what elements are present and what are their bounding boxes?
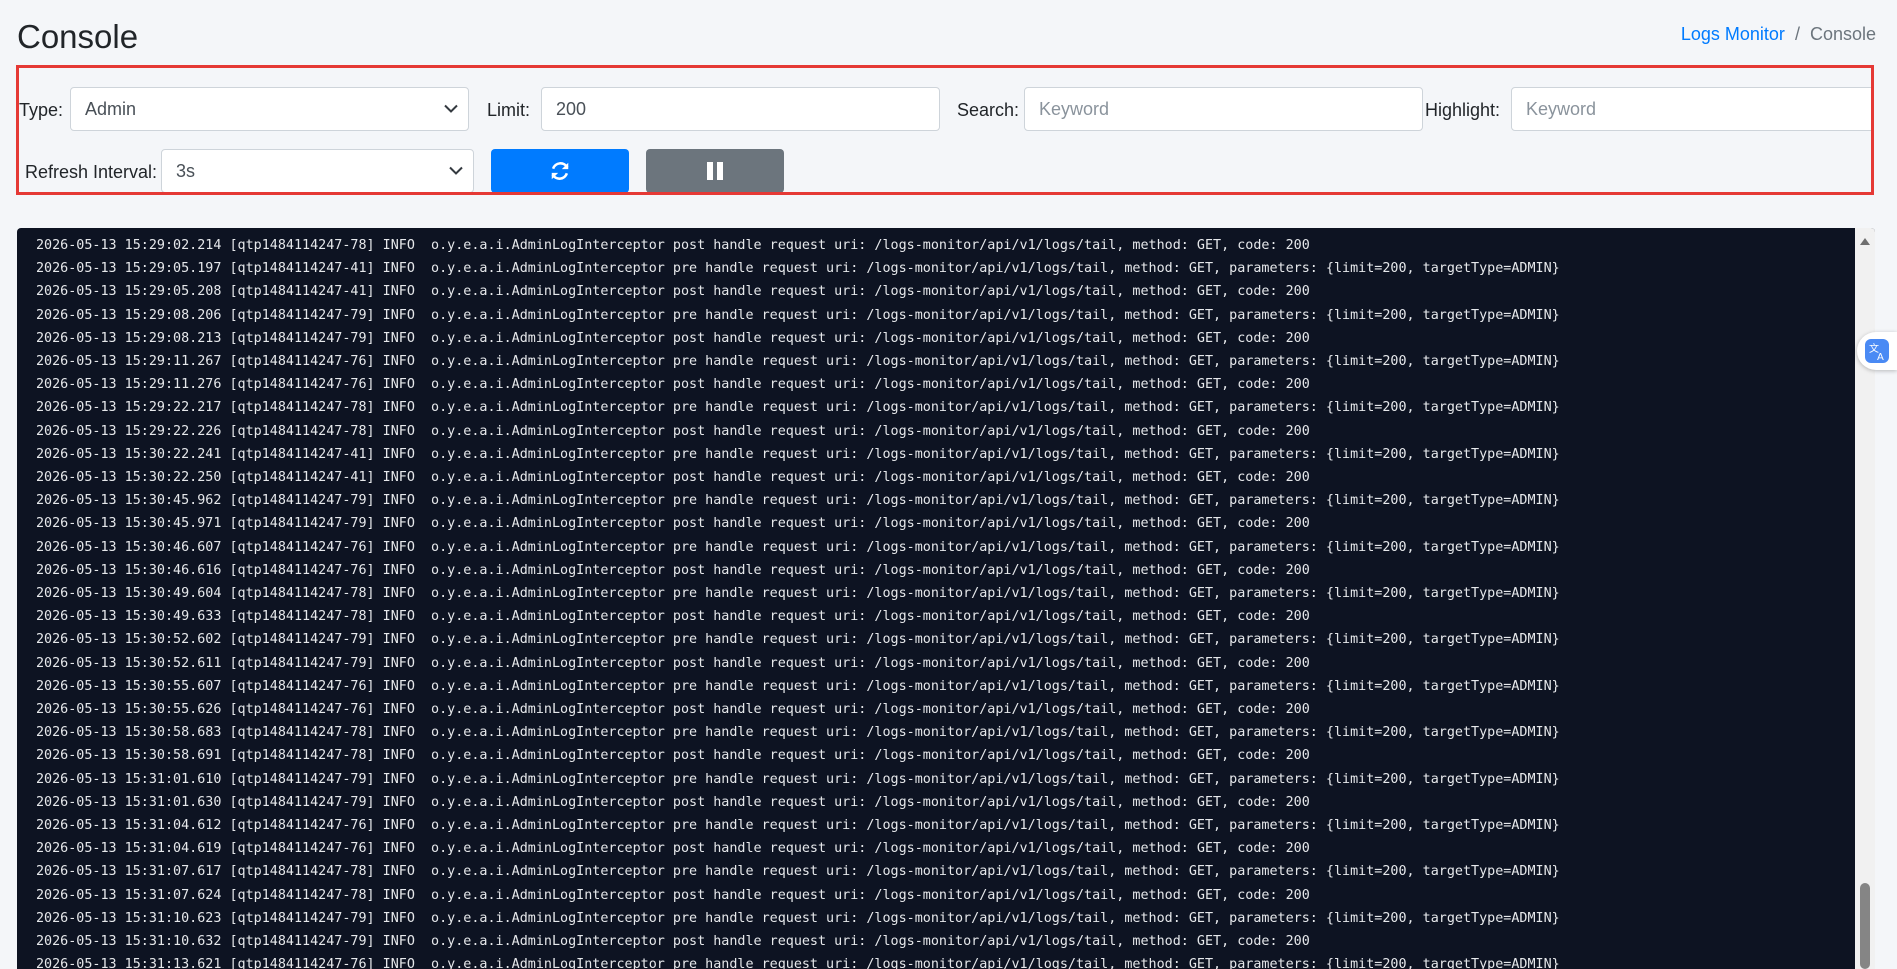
chevron-down-icon <box>444 104 458 113</box>
breadcrumb-current: Console <box>1809 24 1876 44</box>
log-line: 2026-05-13 15:30:52.602 [qtp1484114247-7… <box>36 632 1560 648</box>
log-line: 2026-05-13 15:30:49.604 [qtp1484114247-7… <box>36 586 1560 602</box>
log-line: 2026-05-13 15:29:22.226 [qtp1484114247-7… <box>36 423 1310 439</box>
log-line: 2026-05-13 15:30:22.250 [qtp1484114247-4… <box>36 470 1310 486</box>
highlight-input[interactable]: Keyword <box>1511 87 1871 131</box>
log-line: 2026-05-13 15:31:10.632 [qtp1484114247-7… <box>36 934 1310 950</box>
breadcrumb-separator: / <box>1794 24 1800 44</box>
chevron-down-icon <box>449 166 463 175</box>
log-line: 2026-05-13 15:30:46.616 [qtp1484114247-7… <box>36 562 1310 578</box>
log-line: 2026-05-13 15:30:58.683 [qtp1484114247-7… <box>36 725 1560 741</box>
type-select[interactable]: Admin <box>70 87 469 131</box>
refresh-interval-value: 3s <box>176 160 196 181</box>
log-line: 2026-05-13 15:30:49.633 [qtp1484114247-7… <box>36 609 1310 625</box>
breadcrumb-logs-monitor-link[interactable]: Logs Monitor <box>1681 24 1785 45</box>
log-line: 2026-05-13 15:30:22.241 [qtp1484114247-4… <box>36 446 1560 462</box>
svg-text:A: A <box>1877 352 1884 363</box>
log-line: 2026-05-13 15:30:55.607 [qtp1484114247-7… <box>36 678 1560 694</box>
search-input-placeholder: Keyword <box>1039 98 1110 119</box>
refresh-button[interactable] <box>491 149 629 192</box>
log-line: 2026-05-13 15:30:46.607 [qtp1484114247-7… <box>36 539 1560 555</box>
breadcrumb: Logs Monitor / Console <box>1681 24 1876 45</box>
type-label: Type: <box>19 100 64 120</box>
log-line: 2026-05-13 15:30:52.611 [qtp1484114247-7… <box>36 655 1310 671</box>
log-line: 2026-05-13 15:29:11.276 [qtp1484114247-7… <box>36 377 1310 393</box>
translate-widget[interactable]: 文 A <box>1857 332 1897 370</box>
limit-input-value: 200 <box>556 98 587 119</box>
refresh-interval-label: Refresh Interval: <box>25 162 158 182</box>
scrollbar-thumb[interactable] <box>1860 883 1870 969</box>
search-label: Search: <box>957 100 1020 120</box>
log-line: 2026-05-13 15:29:11.267 [qtp1484114247-7… <box>36 354 1560 370</box>
log-line: 2026-05-13 15:29:08.206 [qtp1484114247-7… <box>36 307 1560 323</box>
log-line: 2026-05-13 15:30:58.691 [qtp1484114247-7… <box>36 748 1310 764</box>
log-lines: 2026-05-13 15:29:02.214 [qtp1484114247-7… <box>36 234 1835 969</box>
log-line: 2026-05-13 15:31:01.630 [qtp1484114247-7… <box>36 794 1310 810</box>
log-line: 2026-05-13 15:30:45.971 [qtp1484114247-7… <box>36 516 1310 532</box>
pause-icon <box>707 162 723 180</box>
log-line: 2026-05-13 15:29:08.213 [qtp1484114247-7… <box>36 330 1310 346</box>
pause-button[interactable] <box>646 149 784 192</box>
log-line: 2026-05-13 15:31:07.617 [qtp1484114247-7… <box>36 864 1560 880</box>
log-output-panel[interactable]: 2026-05-13 15:29:02.214 [qtp1484114247-7… <box>17 228 1875 969</box>
log-line: 2026-05-13 15:31:04.619 [qtp1484114247-7… <box>36 841 1310 857</box>
log-line: 2026-05-13 15:29:05.197 [qtp1484114247-4… <box>36 261 1560 277</box>
page-title: Console <box>17 18 139 55</box>
log-line: 2026-05-13 15:30:55.626 [qtp1484114247-7… <box>36 702 1310 718</box>
translate-icon: 文 A <box>1865 339 1889 363</box>
log-line: 2026-05-13 15:31:04.612 [qtp1484114247-7… <box>36 818 1560 834</box>
refresh-interval-select[interactable]: 3s <box>161 149 474 192</box>
log-line: 2026-05-13 15:29:02.214 [qtp1484114247-7… <box>36 238 1310 253</box>
log-line: 2026-05-13 15:30:45.962 [qtp1484114247-7… <box>36 493 1560 509</box>
highlight-input-placeholder: Keyword <box>1526 98 1597 119</box>
log-line: 2026-05-13 15:31:07.624 [qtp1484114247-7… <box>36 887 1310 903</box>
refresh-icon <box>551 162 569 180</box>
search-input[interactable]: Keyword <box>1024 87 1423 131</box>
type-select-value: Admin <box>85 98 137 119</box>
highlight-label: Highlight: <box>1425 100 1501 120</box>
log-line: 2026-05-13 15:31:01.610 [qtp1484114247-7… <box>36 771 1560 787</box>
log-line: 2026-05-13 15:31:13.621 [qtp1484114247-7… <box>36 957 1560 969</box>
limit-label: Limit: <box>487 100 531 120</box>
log-line: 2026-05-13 15:29:05.208 [qtp1484114247-4… <box>36 284 1310 300</box>
filter-panel: Type: Admin Limit: 200 Search: Keyword H… <box>16 65 1874 195</box>
scroll-up-arrow-icon[interactable] <box>1860 238 1870 245</box>
limit-input[interactable]: 200 <box>541 87 940 131</box>
log-line: 2026-05-13 15:31:10.623 [qtp1484114247-7… <box>36 910 1560 926</box>
log-line: 2026-05-13 15:29:22.217 [qtp1484114247-7… <box>36 400 1560 416</box>
